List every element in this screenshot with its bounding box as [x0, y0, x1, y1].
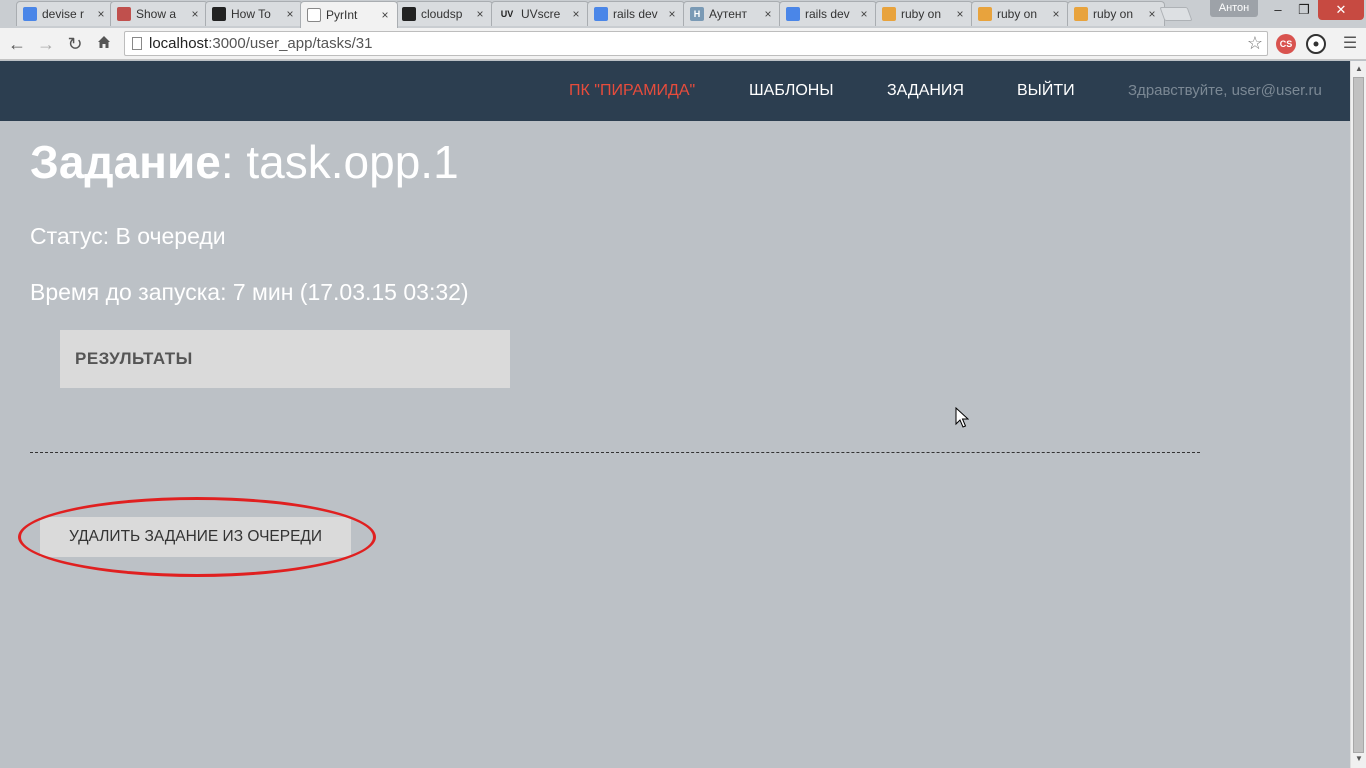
stackoverflow-icon	[1074, 7, 1088, 21]
page-icon	[307, 8, 321, 22]
site-navbar: ПК "ПИРАМИДА" ШАБЛОНЫ ЗАДАНИЯ ВЫЙТИ Здра…	[0, 61, 1350, 121]
tab-close-icon[interactable]: ×	[666, 7, 678, 21]
browser-tab[interactable]: Show a ×	[110, 1, 208, 26]
tab-close-icon[interactable]: ×	[95, 7, 107, 21]
task-name: task.opp.1	[246, 136, 459, 188]
browser-tab[interactable]: devise r ×	[16, 1, 114, 26]
window-close-icon[interactable]: ✕	[1318, 0, 1364, 20]
profile-badge[interactable]: Антон	[1210, 0, 1258, 17]
home-icon[interactable]	[92, 32, 116, 56]
tab-title: devise r	[42, 7, 85, 21]
browser-tab[interactable]: H Аутент ×	[683, 1, 781, 26]
google-icon	[23, 7, 37, 21]
tab-close-icon[interactable]: ×	[284, 7, 296, 21]
stackoverflow-icon	[978, 7, 992, 21]
browser-tab[interactable]: UV UVscre ×	[491, 1, 589, 26]
habr-icon: H	[690, 7, 704, 21]
forward-icon[interactable]: →	[34, 32, 58, 56]
url-host: localhost	[149, 35, 209, 52]
tab-title: ruby on	[997, 7, 1038, 21]
results-panel-header[interactable]: РЕЗУЛЬТАТЫ	[60, 330, 510, 388]
back-icon[interactable]: ←	[5, 32, 29, 56]
tab-title: rails dev	[805, 7, 850, 21]
reload-icon[interactable]: ↻	[63, 32, 87, 56]
tab-close-icon[interactable]: ×	[762, 7, 774, 21]
google-icon	[786, 7, 800, 21]
title-separator: :	[220, 136, 234, 188]
scrollbar-thumb[interactable]	[1353, 77, 1364, 753]
tab-title: cloudsp	[421, 7, 463, 21]
tab-title: PyrInt	[326, 8, 358, 22]
bookmark-star-icon[interactable]: ☆	[1247, 32, 1263, 55]
menu-icon[interactable]: ☰	[1338, 32, 1362, 56]
extension-ball-icon[interactable]	[1306, 34, 1326, 54]
minimize-icon[interactable]: –	[1266, 0, 1290, 20]
github-icon	[402, 7, 416, 21]
nav-logout-link[interactable]: ВЫЙТИ	[1017, 61, 1075, 121]
browser-tab[interactable]: How To ×	[205, 1, 303, 26]
user-greeting: Здравствуйте, user@user.ru	[1128, 82, 1322, 99]
stackoverflow-icon	[882, 7, 896, 21]
page-icon	[132, 37, 142, 50]
tab-close-icon[interactable]: ×	[954, 7, 966, 21]
restore-icon[interactable]: ❐	[1292, 0, 1316, 20]
new-tab-button[interactable]	[1159, 7, 1193, 21]
browser-tab[interactable]: PyrInt ×	[300, 1, 398, 28]
photo-icon	[117, 7, 131, 21]
tab-close-icon[interactable]: ×	[474, 7, 486, 21]
tab-close-icon[interactable]: ×	[1050, 7, 1062, 21]
tab-title: Аутент	[709, 7, 748, 21]
browser-tab[interactable]: rails dev ×	[779, 1, 877, 26]
browser-tab[interactable]: ruby on ×	[1067, 1, 1165, 26]
task-status: Статус: В очереди	[30, 223, 226, 249]
tab-title: ruby on	[1093, 7, 1134, 21]
extension-cs-icon[interactable]: CS	[1276, 34, 1296, 54]
url-path: :3000/user_app/tasks/31	[208, 35, 373, 52]
nav-templates-link[interactable]: ШАБЛОНЫ	[749, 61, 834, 121]
browser-tab-strip: devise r × Show a × How To × PyrInt × cloudsp × UV…	[0, 0, 1366, 28]
uv-icon: UV	[500, 9, 514, 19]
address-bar[interactable]: localhost:3000/user_app/tasks/31 ☆	[124, 31, 1268, 56]
browser-tab[interactable]: rails dev ×	[587, 1, 685, 26]
remove-from-queue-button[interactable]: УДАЛИТЬ ЗАДАНИЕ ИЗ ОЧЕРЕДИ	[40, 517, 351, 557]
scroll-down-icon[interactable]: ▼	[1354, 754, 1364, 763]
scroll-up-icon[interactable]: ▲	[1354, 64, 1364, 73]
browser-tab[interactable]: ruby on ×	[875, 1, 973, 26]
tab-close-icon[interactable]: ×	[570, 7, 582, 21]
tab-title: rails dev	[613, 7, 658, 21]
main-content: Задание: task.opp.1 Статус: В очереди Вр…	[0, 121, 1350, 768]
tab-close-icon[interactable]: ×	[858, 7, 870, 21]
github-icon	[212, 7, 226, 21]
tab-close-icon[interactable]: ×	[1146, 7, 1158, 21]
vertical-scrollbar[interactable]: ▲ ▼	[1350, 61, 1366, 768]
tab-title: How To	[231, 7, 271, 21]
dashed-divider	[30, 452, 1200, 453]
title-label: Задание	[30, 136, 221, 188]
nav-tasks-link[interactable]: ЗАДАНИЯ	[887, 61, 964, 121]
tab-title: ruby on	[901, 7, 942, 21]
mouse-cursor-icon	[955, 407, 969, 428]
page-title: Задание: task.opp.1	[30, 135, 459, 189]
task-start-time: Время до запуска: 7 мин (17.03.15 03:32)	[30, 279, 469, 305]
tab-title: Show a	[136, 7, 177, 21]
browser-tab[interactable]: ruby on ×	[971, 1, 1069, 26]
nav-brand-link[interactable]: ПК "ПИРАМИДА"	[569, 61, 695, 121]
google-icon	[594, 7, 608, 21]
tab-title: UVscre	[521, 7, 561, 21]
browser-toolbar: ← → ↻ localhost:3000/user_app/tasks/31 ☆…	[0, 28, 1366, 60]
tab-close-icon[interactable]: ×	[189, 7, 201, 21]
tab-close-icon[interactable]: ×	[379, 8, 391, 22]
browser-tab[interactable]: cloudsp ×	[395, 1, 493, 26]
